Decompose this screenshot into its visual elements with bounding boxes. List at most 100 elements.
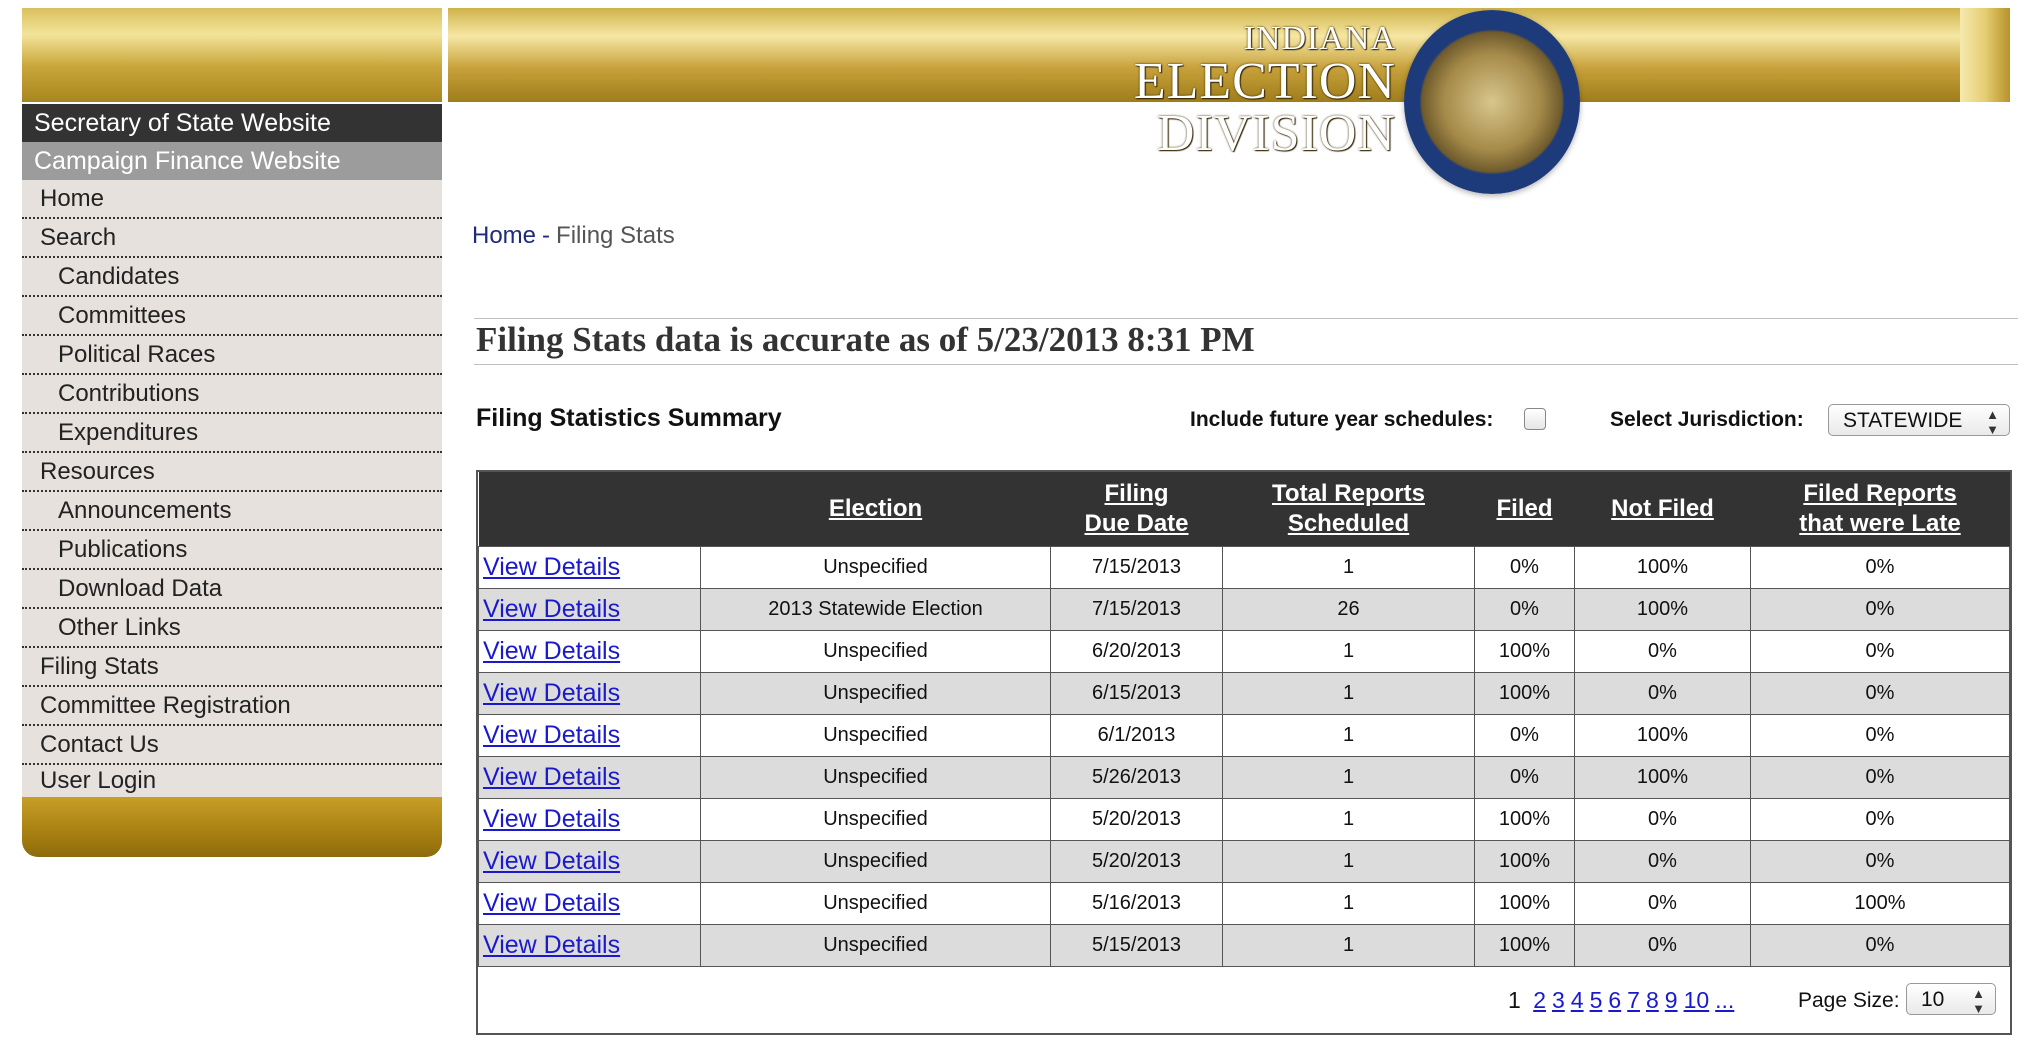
scheduled-cell: 1 [1222, 714, 1475, 757]
late-cell: 0% [1750, 756, 2010, 799]
not-filed-header[interactable]: Not Filed [1574, 472, 1751, 547]
page-link[interactable]: 8 [1646, 987, 1659, 1013]
not-filed-cell: 0% [1574, 630, 1751, 673]
sidebar-footer [22, 797, 442, 857]
page-size-label: Page Size: [1798, 989, 1900, 1012]
jurisdiction-select-value: STATEWIDE [1843, 409, 1963, 432]
view-details-link[interactable]: View Details [483, 637, 620, 665]
due-date-cell: 7/15/2013 [1050, 546, 1223, 589]
sidebar-item-other-links[interactable]: Other Links [22, 609, 442, 648]
due-date-cell: 7/15/2013 [1050, 588, 1223, 631]
sidebar-item-political-races[interactable]: Political Races [22, 336, 442, 375]
table-row: View Details Unspecified 5/20/2013 1 100% 0% 0… [478, 840, 2010, 883]
sidebar-item-publications[interactable]: Publications [22, 531, 442, 570]
logo-division-text: ELECTION DIVISION [1133, 53, 1396, 162]
table-row: View Details Unspecified 5/15/2013 1 100% 0% 0… [478, 924, 2010, 967]
sidebar-item-contributions[interactable]: Contributions [22, 375, 442, 414]
summary-title: Filing Statistics Summary [476, 404, 782, 432]
sidebar-item-filing-stats[interactable]: Filing Stats [22, 648, 442, 687]
view-details-cell: View Details [478, 672, 701, 715]
filed-cell: 100% [1474, 882, 1575, 925]
page-link[interactable]: 4 [1571, 987, 1584, 1013]
scheduled-cell: 1 [1222, 840, 1475, 883]
filed-header[interactable]: Filed [1474, 472, 1575, 547]
view-details-link[interactable]: View Details [483, 679, 620, 707]
site-logo[interactable]: INDIANA ELECTION DIVISION [946, 22, 1396, 160]
view-details-cell: View Details [478, 756, 701, 799]
page-link[interactable]: 3 [1552, 987, 1565, 1013]
breadcrumb-current: Filing Stats [556, 222, 675, 249]
page-link[interactable]: 10 [1684, 987, 1710, 1013]
sidebar-item-committee-registration[interactable]: Committee Registration [22, 687, 442, 726]
filed-cell: 100% [1474, 840, 1575, 883]
not-filed-cell: 0% [1574, 840, 1751, 883]
sidebar-item-download-data[interactable]: Download Data [22, 570, 442, 609]
sidebar-item-expenditures[interactable]: Expenditures [22, 414, 442, 453]
late-cell: 0% [1750, 546, 2010, 589]
view-details-link[interactable]: View Details [483, 721, 620, 749]
jurisdiction-select[interactable]: STATEWIDE ▲ ▼ [1828, 404, 2010, 437]
filing-stats-table: Election Filing Due Date Total Reports Sched… [476, 470, 2012, 1035]
current-page: 1 [1508, 987, 1521, 1013]
page-size-value: 10 [1921, 988, 1945, 1011]
election-cell: Unspecified [700, 756, 1051, 799]
sidebar-item-home[interactable]: Home [22, 180, 442, 219]
view-details-link[interactable]: View Details [483, 553, 620, 581]
sidebar-item-announcements[interactable]: Announcements [22, 492, 442, 531]
view-details-link[interactable]: View Details [483, 931, 620, 959]
pager: 1 2 3 4 5 6 7 8 9 10... Page Size: 10 ▲ ▼ [478, 967, 2010, 1033]
due-date-cell: 5/16/2013 [1050, 882, 1223, 925]
logo-state-text: INDIANA [1243, 20, 1396, 57]
sos-website-link[interactable]: Secretary of State Website [22, 104, 442, 142]
filing-due-date-header[interactable]: Filing Due Date [1050, 472, 1223, 547]
page-link[interactable]: ... [1715, 987, 1734, 1013]
page-link[interactable]: 5 [1590, 987, 1603, 1013]
breadcrumb-home-link[interactable]: Home [472, 222, 536, 249]
scheduled-cell: 1 [1222, 546, 1475, 589]
view-details-link[interactable]: View Details [483, 889, 620, 917]
campaign-finance-link[interactable]: Campaign Finance Website [22, 142, 442, 180]
breadcrumb-separator: - [542, 222, 551, 249]
page-size-select[interactable]: 10 ▲ ▼ [1906, 983, 1996, 1016]
sidebar-item-resources[interactable]: Resources [22, 453, 442, 492]
view-details-link[interactable]: View Details [483, 595, 620, 623]
due-date-cell: 6/15/2013 [1050, 672, 1223, 715]
filed-cell: 100% [1474, 672, 1575, 715]
table-row: View Details Unspecified 5/20/2013 1 100% 0% 0… [478, 798, 2010, 841]
page-link[interactable]: 6 [1608, 987, 1621, 1013]
sidebar-item-contact-us[interactable]: Contact Us [22, 726, 442, 765]
view-details-link[interactable]: View Details [483, 805, 620, 833]
election-cell: Unspecified [700, 840, 1051, 883]
sidebar-item-committees[interactable]: Committees [22, 297, 442, 336]
filed-cell: 0% [1474, 714, 1575, 757]
not-filed-cell: 0% [1574, 924, 1751, 967]
page-link[interactable]: 9 [1665, 987, 1678, 1013]
late-cell: 0% [1750, 672, 2010, 715]
total-reports-header[interactable]: Total Reports Scheduled [1222, 472, 1475, 547]
select-arrows-icon: ▲ ▼ [1986, 407, 1999, 437]
view-details-cell: View Details [478, 798, 701, 841]
divider-bottom [474, 364, 2018, 365]
header-label-line: Filed [1496, 495, 1553, 522]
view-details-cell: View Details [478, 882, 701, 925]
scheduled-cell: 1 [1222, 630, 1475, 673]
page-link[interactable]: 2 [1533, 987, 1546, 1013]
not-filed-cell: 0% [1574, 882, 1751, 925]
divider-top [474, 318, 2018, 319]
election-cell: Unspecified [700, 924, 1051, 967]
filed-late-header[interactable]: Filed Reports that were Late [1750, 472, 2010, 547]
page-link[interactable]: 7 [1627, 987, 1640, 1013]
sidebar-item-user-login[interactable]: User Login [22, 765, 442, 797]
not-filed-cell: 100% [1574, 588, 1751, 631]
scheduled-cell: 1 [1222, 756, 1475, 799]
election-cell: Unspecified [700, 672, 1051, 715]
election-header[interactable]: Election [700, 472, 1051, 547]
sidebar-item-candidates[interactable]: Candidates [22, 258, 442, 297]
view-details-link[interactable]: View Details [483, 847, 620, 875]
future-schedules-checkbox[interactable] [1524, 408, 1546, 430]
sidebar-item-search[interactable]: Search [22, 219, 442, 258]
link-column-header [478, 472, 701, 547]
view-details-cell: View Details [478, 630, 701, 673]
view-details-link[interactable]: View Details [483, 763, 620, 791]
election-cell: Unspecified [700, 546, 1051, 589]
